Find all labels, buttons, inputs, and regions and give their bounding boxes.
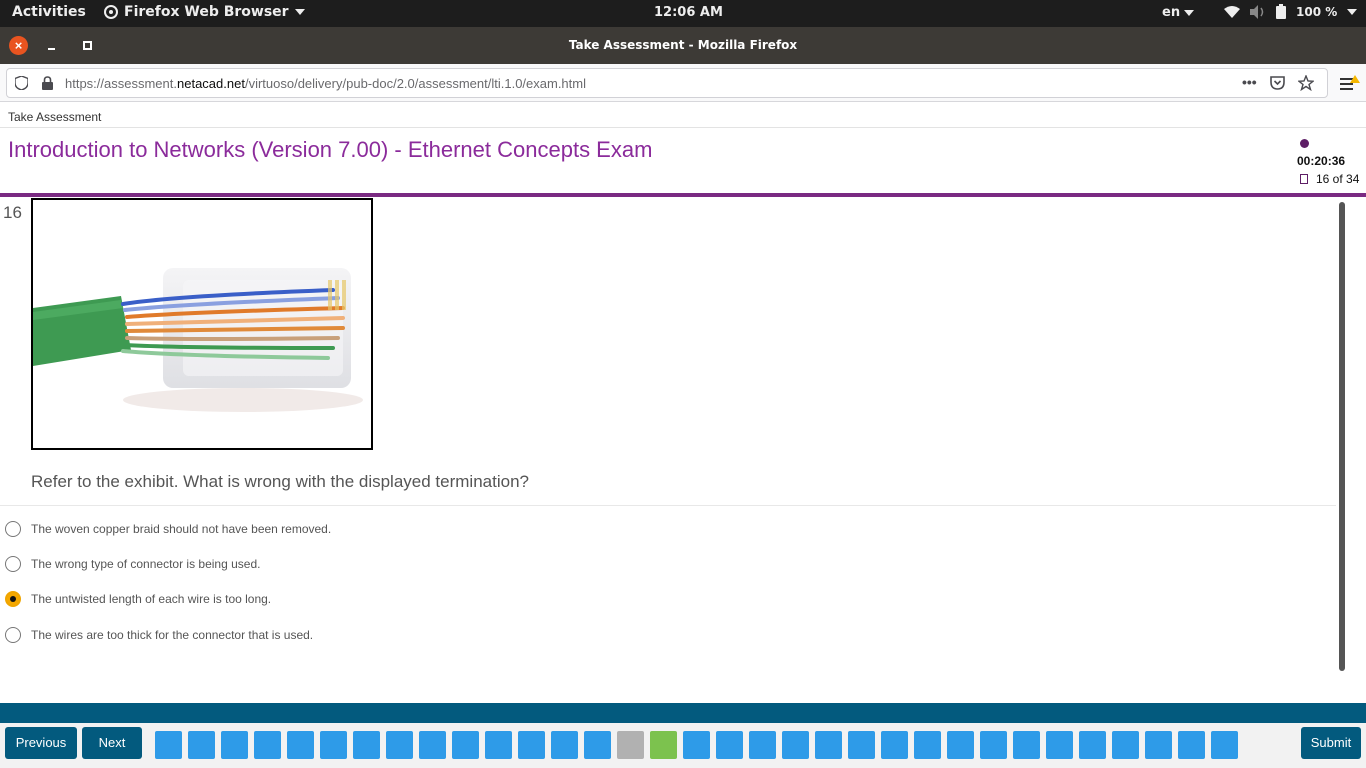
breadcrumb: Take Assessment xyxy=(8,110,102,124)
system-tray[interactable]: 100 % xyxy=(1224,4,1358,19)
question-nav-square[interactable] xyxy=(782,731,809,759)
url-bar[interactable]: https://assessment.netacad.net/virtuoso/… xyxy=(6,68,1328,98)
bookmark-star-icon[interactable] xyxy=(1298,75,1314,91)
exam-timer: 00:20:36 xyxy=(1297,154,1346,168)
clock[interactable]: 12:06 AM xyxy=(654,5,723,20)
question-nav-square[interactable] xyxy=(452,731,479,759)
exhibit-image xyxy=(31,198,373,450)
activities-button[interactable]: Activities xyxy=(12,4,86,20)
answer-label[interactable]: The untwisted length of each wire is too… xyxy=(31,592,271,606)
battery-icon xyxy=(1276,4,1286,19)
question-nav-square[interactable] xyxy=(716,731,743,759)
question-nav-square[interactable] xyxy=(1211,731,1238,759)
page-actions-icon[interactable]: ••• xyxy=(1242,74,1257,90)
header-divider xyxy=(0,127,1366,128)
question-nav-square[interactable] xyxy=(1013,731,1040,759)
question-nav-square[interactable] xyxy=(1178,731,1205,759)
question-nav-square[interactable] xyxy=(947,731,974,759)
system-top-bar: Activities Firefox Web Browser 12:06 AM … xyxy=(0,0,1366,27)
rj45-cable-illustration xyxy=(33,200,371,448)
app-menu-label: Firefox Web Browser xyxy=(124,4,289,20)
hamburger-menu-icon[interactable] xyxy=(1339,75,1361,93)
question-text: Refer to the exhibit. What is wrong with… xyxy=(31,472,529,491)
question-nav-square[interactable] xyxy=(221,731,248,759)
language-indicator[interactable]: en xyxy=(1162,5,1195,20)
window-title: Take Assessment - Mozilla Firefox xyxy=(568,38,798,52)
question-nav-square[interactable] xyxy=(1079,731,1106,759)
answer-label[interactable]: The wires are too thick for the connecto… xyxy=(31,628,313,642)
question-nav-square[interactable] xyxy=(1145,731,1172,759)
clock-icon xyxy=(1300,139,1309,148)
chevron-down-icon xyxy=(1184,9,1195,16)
question-nav-square[interactable] xyxy=(518,731,545,759)
battery-level: 100 % xyxy=(1296,4,1338,19)
browser-toolbar: https://assessment.netacad.net/virtuoso/… xyxy=(0,64,1366,102)
next-button[interactable]: Next xyxy=(82,727,142,759)
question-nav-square[interactable] xyxy=(188,731,215,759)
chevron-down-icon xyxy=(294,9,305,15)
page-title: Introduction to Networks (Version 7.00) … xyxy=(8,137,653,162)
question-nav-square[interactable] xyxy=(848,731,875,759)
question-nav-square[interactable] xyxy=(980,731,1007,759)
question-divider xyxy=(0,505,1336,506)
app-menu[interactable]: Firefox Web Browser xyxy=(104,4,305,20)
radio-button-selected[interactable] xyxy=(5,591,21,607)
question-nav-square[interactable] xyxy=(353,731,380,759)
lock-icon[interactable] xyxy=(42,76,53,90)
question-nav-square[interactable] xyxy=(881,731,908,759)
radio-button[interactable] xyxy=(5,521,21,537)
question-nav-square[interactable] xyxy=(1112,731,1139,759)
radio-button[interactable] xyxy=(5,556,21,572)
question-nav-square[interactable] xyxy=(485,731,512,759)
chevron-down-icon xyxy=(1347,8,1358,15)
answer-option[interactable]: The woven copper braid should not have b… xyxy=(5,521,331,537)
question-nav-square[interactable] xyxy=(584,731,611,759)
question-nav-square[interactable] xyxy=(155,731,182,759)
question-nav-square[interactable] xyxy=(1046,731,1073,759)
document-icon xyxy=(1300,174,1308,184)
answer-option[interactable]: The untwisted length of each wire is too… xyxy=(5,591,271,607)
question-nav-square[interactable] xyxy=(683,731,710,759)
question-counter: 16 of 34 xyxy=(1316,172,1360,186)
question-nav-square[interactable] xyxy=(749,731,776,759)
volume-icon xyxy=(1250,4,1264,19)
answer-label[interactable]: The woven copper braid should not have b… xyxy=(31,522,331,536)
answer-option[interactable]: The wires are too thick for the connecto… xyxy=(5,627,313,643)
question-nav-square[interactable] xyxy=(650,731,677,759)
answer-option[interactable]: The wrong type of connector is being use… xyxy=(5,556,260,572)
pocket-icon[interactable] xyxy=(1270,76,1285,90)
wifi-icon xyxy=(1224,5,1240,18)
question-nav-square[interactable] xyxy=(815,731,842,759)
question-number: 16 xyxy=(3,203,22,222)
content-scrollbar[interactable] xyxy=(1339,202,1345,671)
header-accent-bar xyxy=(0,193,1366,197)
previous-button[interactable]: Previous xyxy=(5,727,77,759)
shield-icon[interactable] xyxy=(15,76,28,90)
question-nav-square[interactable] xyxy=(254,731,281,759)
question-nav-square[interactable] xyxy=(386,731,413,759)
question-nav-square[interactable] xyxy=(551,731,578,759)
firefox-icon xyxy=(104,5,118,19)
question-nav-square[interactable] xyxy=(419,731,446,759)
window-title-bar: × Take Assessment - Mozilla Firefox xyxy=(0,27,1366,64)
url-text: https://assessment.netacad.net/virtuoso/… xyxy=(65,76,586,91)
footer-accent-bar xyxy=(0,703,1366,723)
question-navigator xyxy=(155,731,1238,759)
submit-button[interactable]: Submit xyxy=(1301,727,1361,759)
question-nav-square[interactable] xyxy=(287,731,314,759)
question-nav-square[interactable] xyxy=(320,731,347,759)
language-label: en xyxy=(1162,5,1181,20)
question-nav-square[interactable] xyxy=(914,731,941,759)
answer-label[interactable]: The wrong type of connector is being use… xyxy=(31,557,260,571)
question-nav-square[interactable] xyxy=(617,731,644,759)
radio-button[interactable] xyxy=(5,627,21,643)
